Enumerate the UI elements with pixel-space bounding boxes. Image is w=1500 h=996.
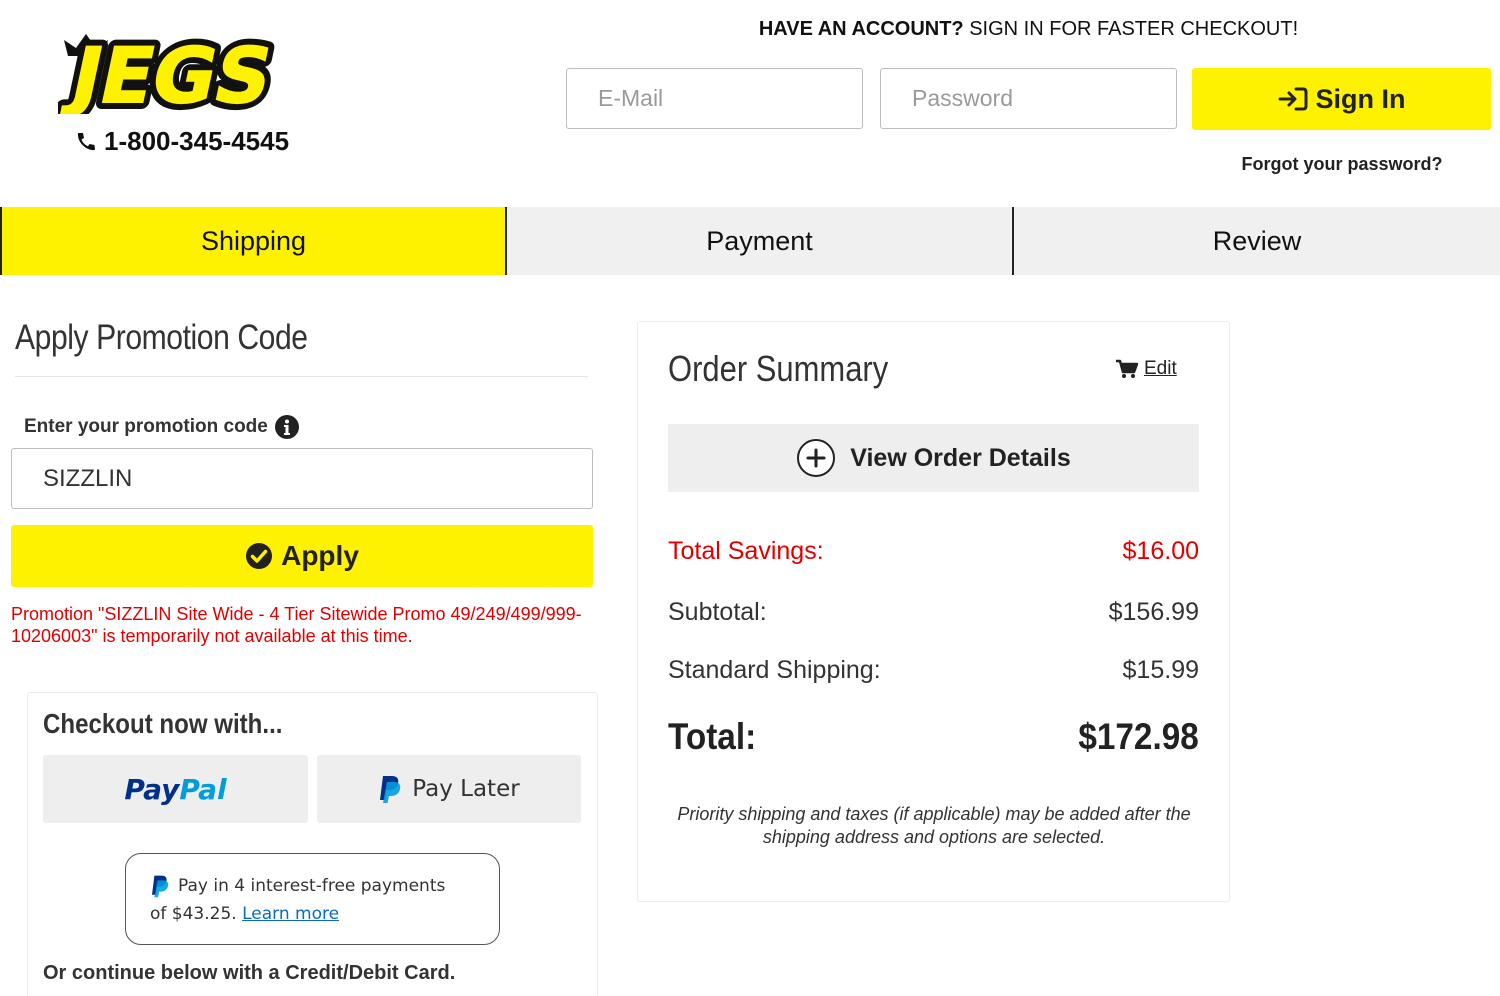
account-prompt-rest: SIGN IN FOR FASTER CHECKOUT! (963, 18, 1299, 40)
subtotal-row: Subtotal: $156.99 (668, 598, 1199, 627)
edit-cart[interactable]: Edit (1116, 358, 1177, 380)
apply-label: Apply (281, 540, 359, 571)
shipping-value: $15.99 (1122, 656, 1199, 684)
total-row: Total: $172.98 (668, 716, 1199, 758)
check-circle-icon (246, 543, 273, 569)
checkout-now-title: Checkout now with... (43, 708, 283, 739)
pay-later-button[interactable]: Pay Later (317, 755, 581, 823)
promo-divider (15, 376, 588, 377)
tab-shipping[interactable]: Shipping (0, 207, 507, 275)
password-field[interactable] (880, 68, 1177, 129)
tab-shipping-label: Shipping (200, 225, 307, 256)
apply-button[interactable]: Apply (11, 525, 593, 587)
forgot-password-link[interactable]: Forgot your password? (1192, 154, 1492, 175)
checkout-steps: Shipping Payment Review (0, 207, 1500, 275)
phone-number[interactable]: 1-800-345-4545 (74, 126, 289, 157)
promo-code-input[interactable] (11, 448, 593, 509)
paypal-logo-pal: Pal (179, 772, 227, 806)
sign-in-label: Sign In (1315, 83, 1406, 114)
learn-more-link[interactable]: Learn more (242, 904, 339, 924)
tab-review-label: Review (1212, 225, 1302, 256)
phone-text: 1-800-345-4545 (104, 126, 290, 156)
jegs-logo[interactable]: JEGS JEGS (52, 26, 320, 128)
promo-field-label: Enter your promotion code (24, 414, 300, 440)
paypal-button[interactable]: PayPal (43, 755, 308, 823)
plus-circle-icon (797, 439, 836, 477)
paypal-logo: PayPal (124, 773, 226, 806)
paypal-logo-pay: Pay (124, 772, 180, 806)
shipping-tax-note: Priority shipping and taxes (if applicab… (677, 804, 1191, 847)
shipping-label: Standard Shipping: (668, 656, 881, 684)
promo-label-text: Enter your promotion code (24, 416, 268, 437)
total-savings-row: Total Savings: $16.00 (668, 537, 1199, 566)
pay-in-4-message: Pay in 4 interest-free payments of $43.2… (125, 853, 500, 945)
promo-error-message: Promotion "SIZZLIN Site Wide - 4 Tier Si… (11, 604, 582, 646)
tab-payment-label: Payment (706, 225, 813, 256)
total-label: Total: (668, 716, 757, 757)
pay-in-4-line1: Pay in 4 interest-free payments (178, 876, 446, 896)
savings-value: $16.00 (1122, 537, 1199, 565)
svg-text:JEGS: JEGS (59, 33, 280, 114)
account-prompt: HAVE AN ACCOUNT? SIGN IN FOR FASTER CHEC… (566, 18, 1491, 41)
tab-payment[interactable]: Payment (507, 207, 1014, 275)
subtotal-label: Subtotal: (668, 598, 767, 626)
promo-title: Apply Promotion Code (15, 318, 308, 357)
cart-icon (1116, 359, 1138, 378)
edit-link[interactable]: Edit (1144, 358, 1177, 380)
shipping-row: Standard Shipping: $15.99 (668, 656, 1199, 685)
paypal-icon (152, 875, 169, 898)
paypal-icon (380, 776, 401, 803)
view-order-details-label: View Order Details (850, 443, 1071, 472)
or-continue-text: Or continue below with a Credit/Debit Ca… (43, 962, 456, 984)
account-prompt-bold: HAVE AN ACCOUNT? (758, 18, 964, 40)
pay-in-4-line2: of $43.25. (150, 904, 237, 924)
sign-in-button[interactable]: Sign In (1192, 68, 1491, 130)
subtotal-value: $156.99 (1108, 598, 1199, 626)
view-order-details-button[interactable]: View Order Details (668, 424, 1199, 492)
sign-in-icon (1278, 87, 1307, 111)
info-icon[interactable] (274, 414, 300, 440)
savings-label: Total Savings: (668, 537, 824, 565)
order-summary-title: Order Summary (668, 348, 889, 389)
tab-review[interactable]: Review (1014, 207, 1500, 275)
phone-icon (77, 132, 95, 150)
email-field[interactable] (566, 68, 863, 129)
pay-later-label: Pay Later (412, 776, 520, 802)
total-value: $172.98 (1078, 716, 1199, 757)
